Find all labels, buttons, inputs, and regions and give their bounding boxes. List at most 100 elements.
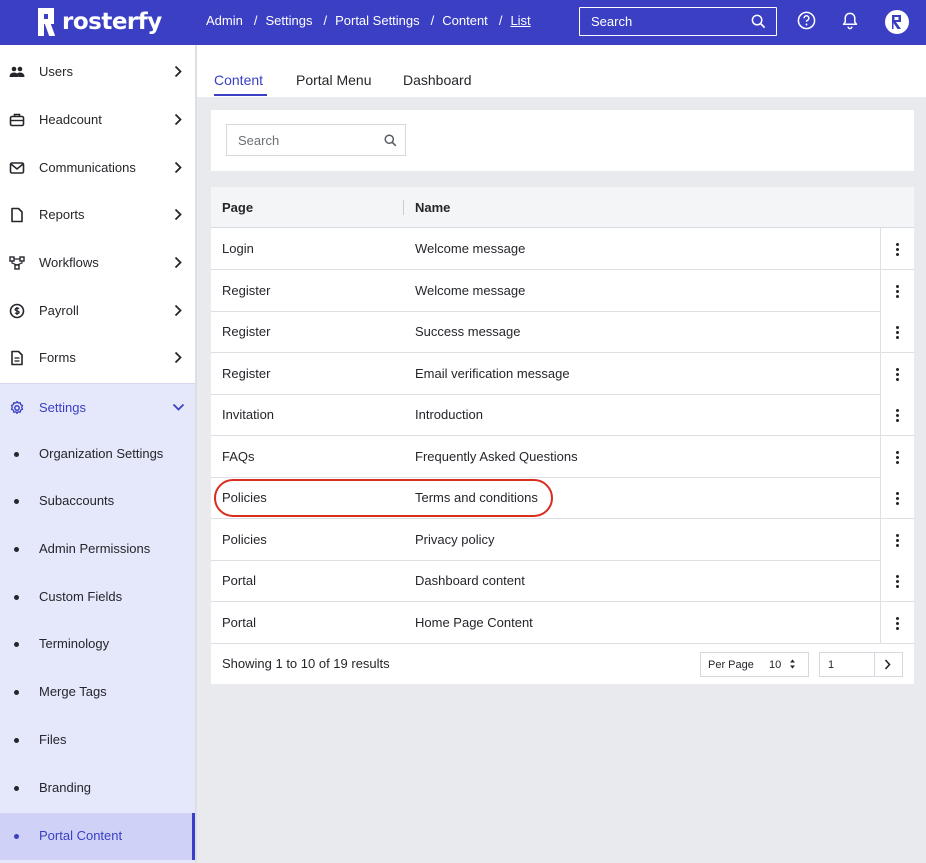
kebab-dot-icon xyxy=(896,243,899,246)
sidebar-item-payroll[interactable]: Payroll xyxy=(0,287,195,334)
tab-portal-menu[interactable]: Portal Menu xyxy=(296,72,371,88)
search-icon[interactable] xyxy=(751,14,766,29)
row-actions-button[interactable] xyxy=(880,519,914,561)
sidebar-item-label: Settings xyxy=(39,400,86,415)
breadcrumb-list[interactable]: List xyxy=(510,13,530,28)
search-icon[interactable] xyxy=(384,134,397,147)
kebab-dot-icon xyxy=(896,248,899,251)
row-actions-button[interactable] xyxy=(880,394,914,436)
tab-content[interactable]: Content xyxy=(214,72,263,88)
kebab-dot-icon xyxy=(896,326,899,329)
breadcrumb-separator: / xyxy=(253,13,258,28)
kebab-dot-icon xyxy=(896,627,899,630)
sidebar-subitem-files[interactable]: Files xyxy=(0,717,195,764)
sidebar-subitem-branding[interactable]: Branding xyxy=(0,765,195,812)
kebab-dot-icon xyxy=(896,295,899,298)
sidebar-subitem-terminology[interactable]: Terminology xyxy=(0,621,195,668)
breadcrumb-separator: / xyxy=(498,13,503,28)
cell-page: Login xyxy=(222,241,254,256)
kebab-dot-icon xyxy=(896,456,899,459)
sidebar-item-label: Workflows xyxy=(39,255,99,270)
cell-page: Portal xyxy=(222,573,256,588)
page-number-input[interactable] xyxy=(820,653,874,676)
cell-name: Introduction xyxy=(415,407,483,422)
table-row[interactable]: Policies Terms and conditions xyxy=(211,477,880,519)
sidebar-subitem-subaccounts[interactable]: Subaccounts xyxy=(0,478,195,525)
kebab-dot-icon xyxy=(896,461,899,464)
table-row[interactable]: Login Welcome message xyxy=(211,228,880,270)
sidebar-item-reports[interactable]: Reports xyxy=(0,191,195,238)
kebab-dot-icon xyxy=(896,622,899,625)
table-row[interactable]: Register Email verification message xyxy=(211,353,880,395)
sidebar-subitem-label: Organization Settings xyxy=(39,446,164,461)
row-actions-button[interactable] xyxy=(880,436,914,478)
sidebar-item-communications[interactable]: Communications xyxy=(0,144,195,191)
table-row[interactable]: FAQs Frequently Asked Questions xyxy=(211,436,880,478)
kebab-dot-icon xyxy=(896,492,899,495)
table-row[interactable]: Policies Privacy policy xyxy=(211,519,880,561)
sidebar-subitem-label: Subaccounts xyxy=(39,493,115,508)
breadcrumb-admin[interactable]: Admin xyxy=(206,13,243,28)
chevron-right-icon xyxy=(174,65,182,78)
document-icon xyxy=(11,207,23,223)
help-icon[interactable] xyxy=(797,11,816,30)
users-icon xyxy=(9,66,25,77)
table-row[interactable]: Portal Home Page Content xyxy=(211,602,880,644)
sidebar: Users Headcount Communications Reports W… xyxy=(0,45,197,863)
sidebar-subitem-label: Terminology xyxy=(39,636,110,651)
cell-name: Welcome message xyxy=(415,283,526,298)
column-header-name[interactable]: Name xyxy=(415,200,450,215)
row-actions-button[interactable] xyxy=(880,560,914,602)
chevron-right-icon xyxy=(174,208,182,221)
content-search-input[interactable] xyxy=(238,132,378,148)
avatar[interactable] xyxy=(885,10,909,34)
row-actions-button[interactable] xyxy=(880,270,914,312)
bullet-icon xyxy=(14,834,19,839)
rosterfy-logo[interactable]: rosterfy xyxy=(38,7,162,37)
per-page-value: 10 xyxy=(769,659,782,671)
row-actions-button[interactable] xyxy=(880,477,914,519)
table-row[interactable]: Register Success message xyxy=(211,311,880,353)
sidebar-item-users[interactable]: Users xyxy=(0,48,195,95)
bell-icon[interactable] xyxy=(841,11,859,30)
per-page-select[interactable]: Per Page 10 xyxy=(700,652,809,677)
chevron-right-icon xyxy=(174,113,182,126)
tab-dashboard[interactable]: Dashboard xyxy=(403,72,472,88)
kebab-dot-icon xyxy=(896,290,899,293)
header-search-input[interactable] xyxy=(591,14,741,29)
table-row[interactable]: Portal Dashboard content xyxy=(211,560,880,602)
breadcrumb-portal-settings[interactable]: Portal Settings xyxy=(335,13,420,28)
row-actions-button[interactable] xyxy=(880,228,914,270)
sidebar-item-forms[interactable]: Forms xyxy=(0,334,195,381)
kebab-dot-icon xyxy=(896,585,899,588)
kebab-dot-icon xyxy=(896,336,899,339)
header-search-box[interactable] xyxy=(579,7,777,36)
row-actions-button[interactable] xyxy=(880,353,914,395)
kebab-dot-icon xyxy=(896,285,899,288)
row-actions-button[interactable] xyxy=(880,311,914,353)
sidebar-subitem-organization-settings[interactable]: Organization Settings xyxy=(0,431,195,478)
sidebar-subitem-admin-permissions[interactable]: Admin Permissions xyxy=(0,526,195,573)
workflow-icon xyxy=(9,256,25,270)
row-actions-button[interactable] xyxy=(880,602,914,644)
cell-page: Portal xyxy=(222,615,256,630)
content-search-box[interactable] xyxy=(226,124,406,156)
bullet-icon xyxy=(14,786,19,791)
table-row[interactable]: Invitation Introduction xyxy=(211,394,880,436)
next-page-button[interactable] xyxy=(874,653,902,676)
sidebar-item-settings[interactable]: Settings xyxy=(0,384,195,431)
sidebar-subitem-merge-tags[interactable]: Merge Tags xyxy=(0,669,195,716)
breadcrumb-settings[interactable]: Settings xyxy=(265,13,312,28)
sidebar-item-workflows[interactable]: Workflows xyxy=(0,239,195,286)
kebab-dot-icon xyxy=(896,331,899,334)
tabs-bar: Content Portal Menu Dashboard xyxy=(197,45,926,97)
column-header-page[interactable]: Page xyxy=(222,200,253,215)
breadcrumb-content[interactable]: Content xyxy=(442,13,488,28)
sidebar-subitem-label: Merge Tags xyxy=(39,684,107,699)
sidebar-subitem-portal-content[interactable]: Portal Content xyxy=(0,813,195,860)
table-row[interactable]: Register Welcome message xyxy=(211,270,880,312)
sidebar-item-headcount[interactable]: Headcount xyxy=(0,96,195,143)
cell-page: Policies xyxy=(222,490,267,505)
sidebar-subitem-custom-fields[interactable]: Custom Fields xyxy=(0,574,195,621)
cell-page: Register xyxy=(222,283,271,298)
